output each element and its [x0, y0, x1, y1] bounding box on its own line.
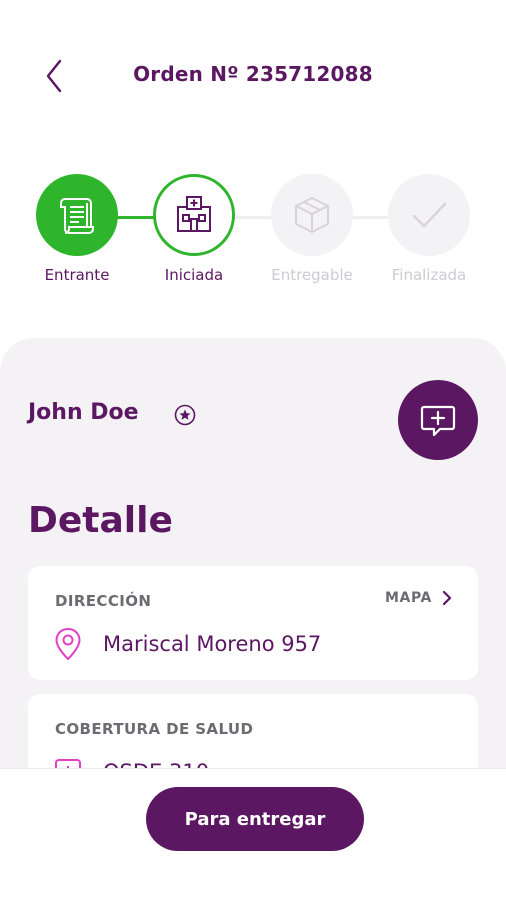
bottom-action-bar: Para entregar — [0, 768, 506, 900]
order-status-stepper: Entrante Iniciada Entregable Finalizada — [0, 174, 506, 304]
address-value: Mariscal Moreno 957 — [103, 632, 322, 656]
address-label: DIRECCIÓN — [55, 592, 152, 610]
add-chat-button[interactable] — [398, 380, 478, 460]
order-detail-sheet[interactable]: John Doe Detalle DIRECCIÓN MAPA Mariscal… — [0, 338, 506, 768]
step-entregable: Entregable — [257, 174, 367, 284]
step-label: Iniciada — [164, 266, 224, 284]
add-chat-icon — [420, 405, 456, 437]
header: Orden Nº 235712088 — [0, 0, 506, 150]
step-entrante: Entrante — [22, 174, 132, 284]
star-circle-icon — [174, 404, 196, 426]
chevron-right-icon — [442, 590, 452, 606]
step-label: Entregable — [271, 266, 353, 284]
package-box-icon — [295, 197, 329, 233]
customer-name: John Doe — [28, 400, 139, 425]
checkmark-icon — [412, 202, 447, 228]
location-pin-icon — [55, 627, 81, 661]
step-label: Finalizada — [391, 266, 467, 284]
step-label: Entrante — [44, 266, 110, 284]
coverage-label: COBERTURA DE SALUD — [55, 720, 254, 738]
receipt-scroll-icon — [60, 198, 94, 234]
coverage-row: OSDE 310 — [53, 754, 209, 768]
health-coverage-card: COBERTURA DE SALUD OSDE 310 — [28, 694, 478, 768]
address-row: Mariscal Moreno 957 — [53, 626, 321, 662]
map-link-label: MAPA — [385, 590, 432, 606]
ready-to-deliver-button[interactable]: Para entregar — [146, 787, 364, 851]
page-title: Orden Nº 235712088 — [133, 62, 373, 86]
step-circle — [271, 174, 353, 256]
coverage-value: OSDE 310 — [103, 760, 209, 768]
step-circle — [36, 174, 118, 256]
health-card-icon — [55, 759, 81, 768]
map-link[interactable]: MAPA — [385, 590, 452, 606]
step-iniciada: Iniciada — [139, 174, 249, 284]
step-finalizada: Finalizada — [374, 174, 484, 284]
section-title: Detalle — [28, 500, 173, 541]
pharmacy-building-icon — [177, 196, 211, 232]
address-card: DIRECCIÓN MAPA Mariscal Moreno 957 — [28, 566, 478, 680]
step-circle — [153, 174, 235, 256]
step-circle — [388, 174, 470, 256]
